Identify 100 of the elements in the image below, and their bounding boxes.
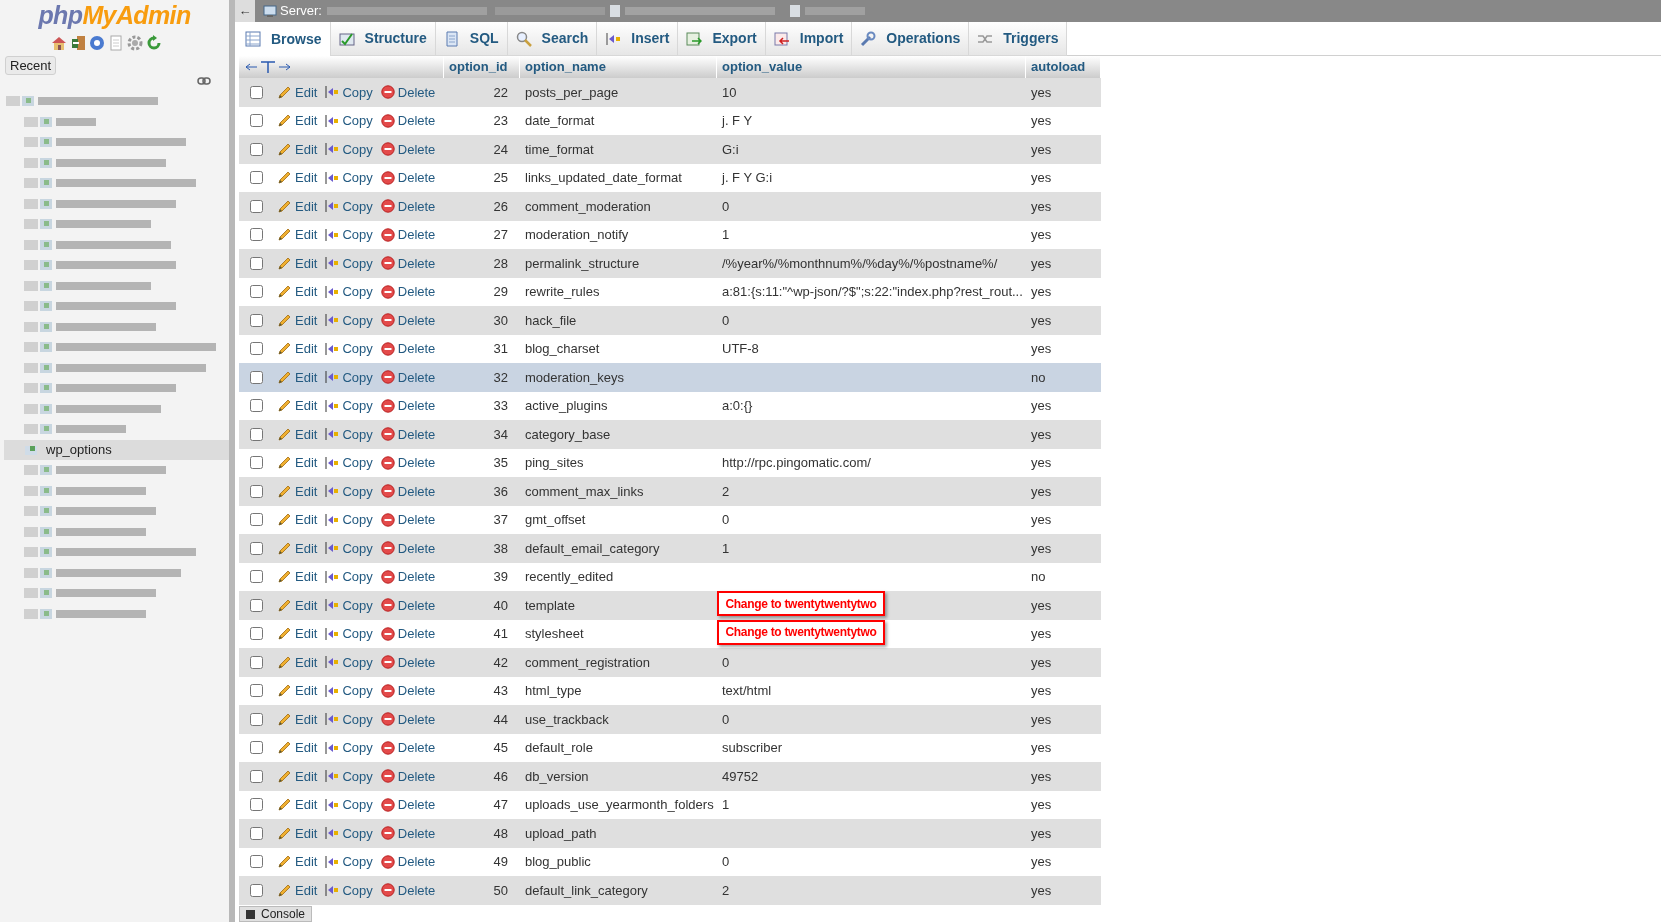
- action-link[interactable]: Copy: [325, 82, 373, 102]
- action-link[interactable]: Edit: [277, 339, 318, 359]
- action-link[interactable]: Copy: [325, 538, 373, 558]
- row-checkbox[interactable]: [250, 256, 263, 270]
- tab[interactable]: SQL: [435, 22, 508, 56]
- row-checkbox[interactable]: [250, 171, 263, 185]
- action-link[interactable]: Delete: [380, 510, 436, 530]
- action-link[interactable]: Delete: [380, 453, 436, 473]
- action-link[interactable]: Edit: [277, 111, 318, 131]
- action-link[interactable]: Edit: [277, 310, 318, 330]
- action-link[interactable]: Copy: [325, 510, 373, 530]
- action-link[interactable]: Edit: [277, 424, 318, 444]
- action-link[interactable]: Edit: [277, 453, 318, 473]
- action-link[interactable]: Copy: [325, 595, 373, 615]
- row-checkbox[interactable]: [250, 199, 263, 213]
- action-link[interactable]: Delete: [380, 82, 436, 102]
- action-link[interactable]: Delete: [380, 852, 436, 872]
- action-link[interactable]: Delete: [380, 738, 436, 758]
- action-link[interactable]: Delete: [380, 595, 436, 615]
- action-link[interactable]: Copy: [325, 481, 373, 501]
- action-link[interactable]: Copy: [325, 795, 373, 815]
- row-checkbox[interactable]: [250, 741, 263, 755]
- action-link[interactable]: Delete: [380, 196, 436, 216]
- action-link[interactable]: Delete: [380, 225, 436, 245]
- action-link[interactable]: Copy: [325, 225, 373, 245]
- home-icon[interactable]: [51, 35, 67, 51]
- action-link[interactable]: Copy: [325, 567, 373, 587]
- action-link[interactable]: Edit: [277, 168, 318, 188]
- row-checkbox[interactable]: [250, 684, 263, 698]
- action-link[interactable]: Edit: [277, 795, 318, 815]
- action-link[interactable]: Edit: [277, 823, 318, 843]
- row-checkbox[interactable]: [250, 627, 263, 641]
- action-link[interactable]: Edit: [277, 852, 318, 872]
- action-link[interactable]: Edit: [277, 510, 318, 530]
- action-link[interactable]: Delete: [380, 424, 436, 444]
- action-link[interactable]: Delete: [380, 339, 436, 359]
- tab[interactable]: Structure: [330, 22, 436, 56]
- tab[interactable]: Export: [678, 22, 766, 56]
- row-checkbox[interactable]: [250, 142, 263, 156]
- action-link[interactable]: Copy: [325, 196, 373, 216]
- action-link[interactable]: Edit: [277, 880, 318, 900]
- tree-item[interactable]: wp_options: [46, 440, 112, 460]
- action-link[interactable]: Delete: [380, 709, 436, 729]
- row-checkbox[interactable]: [250, 826, 263, 840]
- action-link[interactable]: Edit: [277, 567, 318, 587]
- action-link[interactable]: Edit: [277, 766, 318, 786]
- row-checkbox[interactable]: [250, 427, 263, 441]
- action-link[interactable]: Delete: [380, 652, 436, 672]
- action-link[interactable]: Copy: [325, 339, 373, 359]
- action-link[interactable]: Delete: [380, 282, 436, 302]
- action-link[interactable]: Copy: [325, 253, 373, 273]
- action-link[interactable]: Delete: [380, 396, 436, 416]
- row-checkbox[interactable]: [250, 342, 263, 356]
- row-checkbox[interactable]: [250, 313, 263, 327]
- tab[interactable]: Import: [765, 22, 853, 56]
- action-link[interactable]: Copy: [325, 852, 373, 872]
- action-link[interactable]: Copy: [325, 823, 373, 843]
- tab[interactable]: Triggers: [969, 22, 1068, 56]
- action-link[interactable]: Edit: [277, 396, 318, 416]
- help-icon[interactable]: [89, 35, 105, 51]
- row-checkbox[interactable]: [250, 655, 263, 669]
- action-link[interactable]: Copy: [325, 282, 373, 302]
- row-checkbox[interactable]: [250, 85, 263, 99]
- row-checkbox[interactable]: [250, 769, 263, 783]
- reload-icon[interactable]: [146, 35, 162, 51]
- row-checkbox[interactable]: [250, 370, 263, 384]
- action-link[interactable]: Delete: [380, 538, 436, 558]
- console-button[interactable]: Console: [239, 906, 313, 922]
- action-link[interactable]: Edit: [277, 709, 318, 729]
- row-checkbox[interactable]: [250, 598, 263, 612]
- row-checkbox[interactable]: [250, 484, 263, 498]
- action-link[interactable]: Delete: [380, 823, 436, 843]
- back-button[interactable]: ←: [235, 0, 255, 22]
- action-link[interactable]: Delete: [380, 681, 436, 701]
- row-checkbox[interactable]: [250, 285, 263, 299]
- action-link[interactable]: Delete: [380, 880, 436, 900]
- tab[interactable]: Insert: [597, 22, 679, 56]
- link-icon[interactable]: [197, 77, 211, 85]
- exit-icon[interactable]: [70, 35, 86, 51]
- action-link[interactable]: Edit: [277, 481, 318, 501]
- action-link[interactable]: Delete: [380, 766, 436, 786]
- action-link[interactable]: Delete: [380, 168, 436, 188]
- action-link[interactable]: Copy: [325, 396, 373, 416]
- row-checkbox[interactable]: [250, 513, 263, 527]
- row-checkbox[interactable]: [250, 883, 263, 897]
- row-checkbox[interactable]: [250, 228, 263, 242]
- row-checkbox[interactable]: [250, 541, 263, 555]
- action-link[interactable]: Copy: [325, 367, 373, 387]
- action-link[interactable]: Copy: [325, 624, 373, 644]
- row-checkbox[interactable]: [250, 712, 263, 726]
- action-link[interactable]: Copy: [325, 652, 373, 672]
- action-link[interactable]: Copy: [325, 111, 373, 131]
- action-link[interactable]: Copy: [325, 880, 373, 900]
- action-link[interactable]: Copy: [325, 424, 373, 444]
- action-link[interactable]: Edit: [277, 624, 318, 644]
- action-link[interactable]: Copy: [325, 738, 373, 758]
- action-link[interactable]: Edit: [277, 139, 318, 159]
- action-link[interactable]: Delete: [380, 795, 436, 815]
- action-link[interactable]: Edit: [277, 681, 318, 701]
- action-link[interactable]: Edit: [277, 282, 318, 302]
